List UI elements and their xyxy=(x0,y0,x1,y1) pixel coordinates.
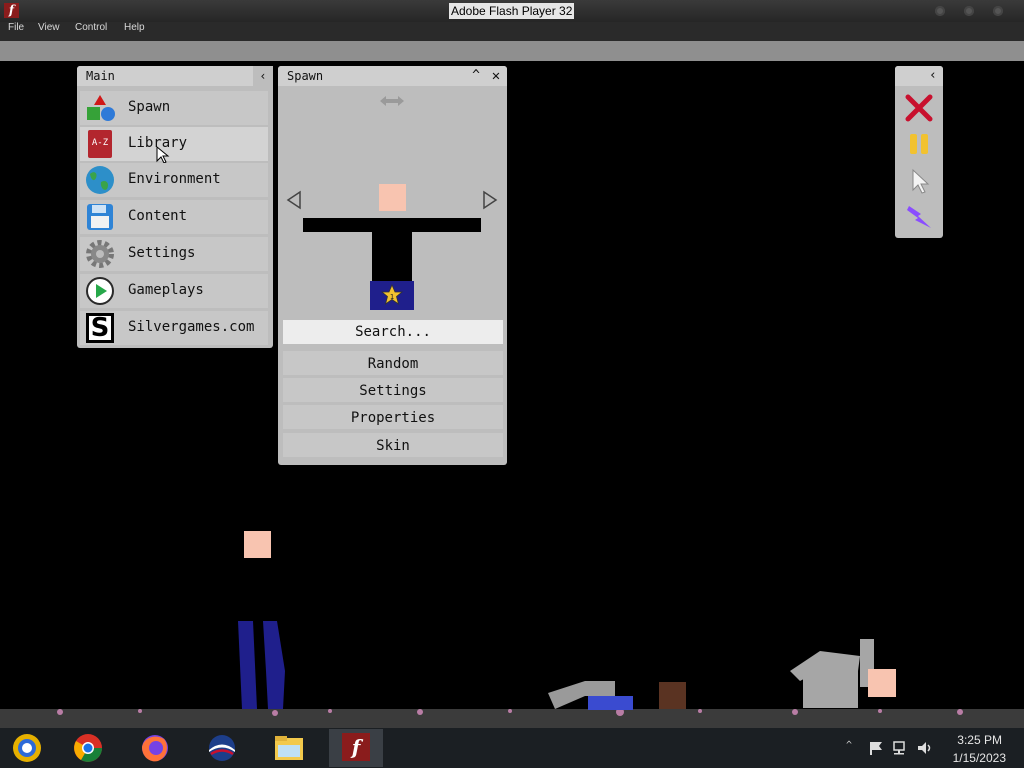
cursor-icon[interactable] xyxy=(911,168,931,194)
silvergames-logo-icon: S xyxy=(86,313,114,343)
next-arrow-icon[interactable] xyxy=(482,190,498,210)
tool-panel-header: ‹ xyxy=(895,66,943,86)
blue-block xyxy=(588,696,633,710)
main-panel: Main ‹ Spawn A-Z Library Environment Con… xyxy=(77,66,273,348)
menu-view[interactable]: View xyxy=(38,22,60,41)
menu-file[interactable]: File xyxy=(8,22,24,41)
flash-app-icon: f xyxy=(4,3,19,18)
main-item-gameplays[interactable]: Gameplays xyxy=(80,274,268,308)
spawn-properties-button[interactable]: Properties xyxy=(283,405,503,429)
menu-control[interactable]: Control xyxy=(75,22,107,41)
swap-arrows-icon[interactable] xyxy=(379,94,405,108)
gear-icon xyxy=(86,240,114,268)
main-panel-title: Main xyxy=(86,69,115,83)
star-badge-icon: 1 xyxy=(381,284,403,305)
preview-badge-number: 1 xyxy=(390,293,394,301)
chevron-left-icon[interactable]: ‹ xyxy=(929,66,937,86)
button-label: Skin xyxy=(376,438,410,454)
button-label: Settings xyxy=(359,383,427,399)
main-item-library[interactable]: A-Z Library xyxy=(80,127,268,164)
file-explorer-icon[interactable] xyxy=(272,733,306,763)
volume-icon[interactable] xyxy=(916,740,934,756)
floppy-disk-icon xyxy=(87,204,113,230)
spawn-panel-header: Spawn ^ ✕ xyxy=(278,66,507,86)
spawn-search-input[interactable]: Search... xyxy=(283,320,503,344)
obama-logo-icon[interactable] xyxy=(205,733,239,763)
window-title: Adobe Flash Player 32 xyxy=(449,3,575,19)
chrome-icon[interactable] xyxy=(71,733,105,763)
main-item-label: Gameplays xyxy=(128,282,204,298)
main-item-label: Settings xyxy=(128,245,196,261)
play-icon xyxy=(86,277,114,305)
menu-help[interactable]: Help xyxy=(124,22,145,41)
main-item-environment[interactable]: Environment xyxy=(80,163,268,197)
preview-pants: 1 xyxy=(370,281,414,310)
chrome-canary-icon[interactable] xyxy=(10,733,44,763)
main-item-label: Silvergames.com xyxy=(128,319,255,335)
tray-expand-icon[interactable]: ^ xyxy=(846,740,852,751)
preview-arms xyxy=(303,218,481,232)
main-panel-header: Main ‹ xyxy=(77,66,273,86)
main-item-settings[interactable]: Settings xyxy=(80,237,268,271)
dirt-block xyxy=(659,682,686,709)
minimize-button[interactable] xyxy=(935,6,945,16)
spawn-panel: Spawn ^ ✕ 1 Search... Random Settings Pr… xyxy=(278,66,507,465)
lightning-icon[interactable] xyxy=(905,202,935,232)
taskbar-time[interactable]: 3:25 PM xyxy=(938,733,1002,747)
spawn-panel-title: Spawn xyxy=(287,69,324,83)
globe-icon xyxy=(86,166,114,194)
spawn-random-button[interactable]: Random xyxy=(283,351,503,375)
ragdoll-leg-left xyxy=(238,621,257,709)
pause-icon[interactable] xyxy=(907,132,931,156)
button-label: Properties xyxy=(350,410,436,426)
ragdoll-head xyxy=(244,531,271,558)
fallen-ragdoll xyxy=(790,639,874,708)
main-item-label: Spawn xyxy=(128,99,171,115)
firefox-icon[interactable] xyxy=(138,733,172,763)
close-window-button[interactable] xyxy=(993,6,1003,16)
fallen-ragdoll-head xyxy=(868,669,896,697)
shapes-icon xyxy=(87,95,115,121)
close-panel-icon[interactable]: ✕ xyxy=(487,66,505,86)
game-top-bar xyxy=(0,41,1024,61)
spawn-skin-button[interactable]: Skin xyxy=(283,433,503,457)
network-icon[interactable] xyxy=(892,740,910,756)
tool-panel: ‹ xyxy=(895,66,943,238)
collapse-up-icon[interactable]: ^ xyxy=(467,66,485,86)
spawn-settings-button[interactable]: Settings xyxy=(283,378,503,402)
preview-head xyxy=(379,184,406,211)
button-label: Random xyxy=(367,356,419,372)
flag-icon[interactable] xyxy=(868,740,884,756)
close-x-icon[interactable] xyxy=(905,94,933,122)
main-item-label: Environment xyxy=(128,171,221,187)
flash-player-icon[interactable]: f xyxy=(342,733,370,761)
menu-bar xyxy=(0,22,1024,41)
ground xyxy=(0,709,1024,728)
maximize-button[interactable] xyxy=(964,6,974,16)
prev-arrow-icon[interactable] xyxy=(286,190,302,210)
taskbar-date[interactable]: 1/15/2023 xyxy=(938,751,1006,765)
chevron-left-icon[interactable]: ‹ xyxy=(253,66,273,86)
ragdoll-leg-right xyxy=(263,621,285,709)
main-item-silvergames[interactable]: S Silvergames.com xyxy=(80,311,268,345)
main-item-content[interactable]: Content xyxy=(80,200,268,234)
mouse-pointer-icon xyxy=(156,146,170,164)
main-item-spawn[interactable]: Spawn xyxy=(80,91,268,125)
preview-torso xyxy=(372,232,412,281)
book-az-icon: A-Z xyxy=(88,130,112,158)
main-item-label: Content xyxy=(128,208,188,224)
